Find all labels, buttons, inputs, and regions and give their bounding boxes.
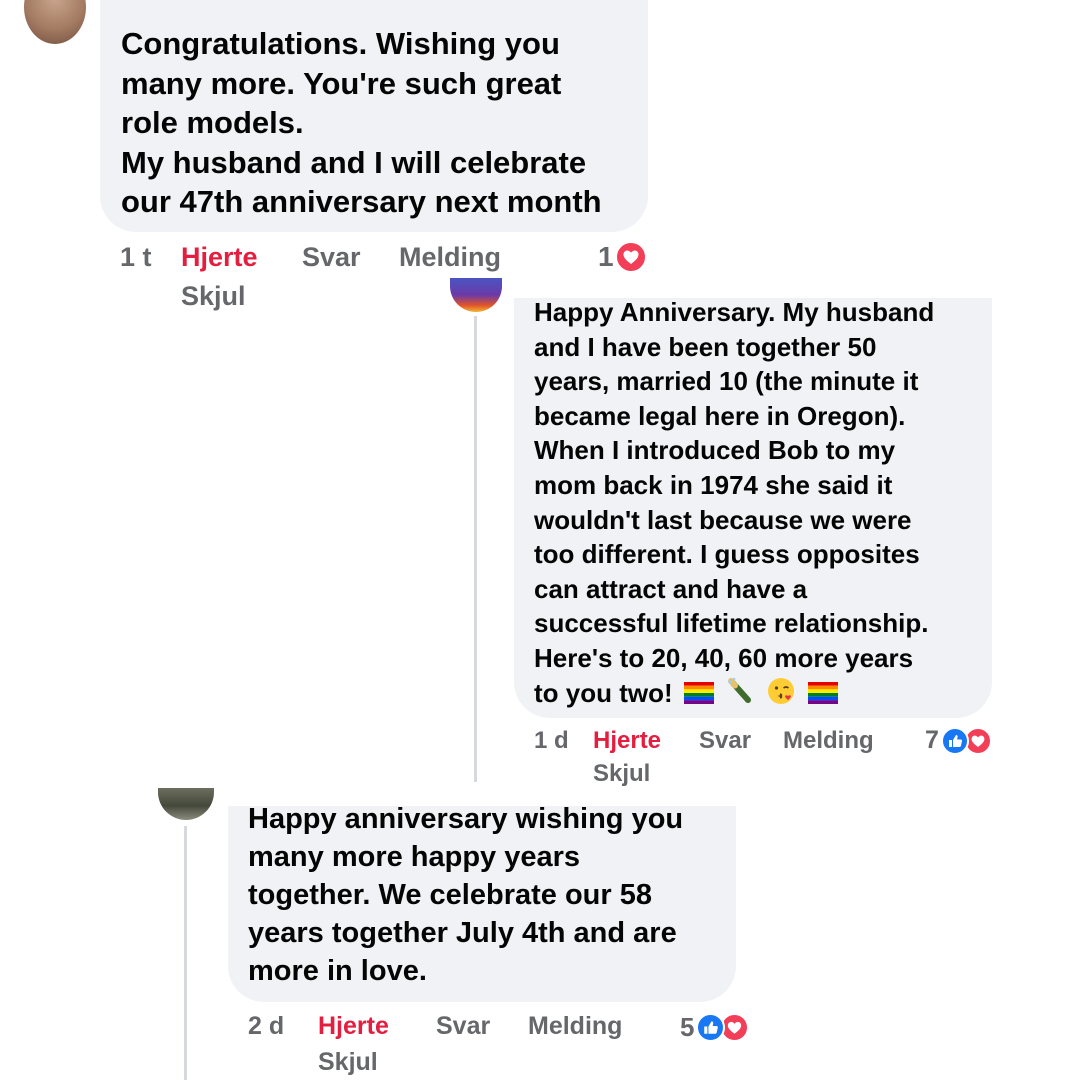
comment-text-line: can attract and have a <box>534 573 808 604</box>
comment-text-line: When I introduced Bob to my <box>534 435 896 466</box>
timestamp[interactable]: 1 t <box>120 242 152 273</box>
avatar[interactable] <box>450 278 502 312</box>
comment-text-line: My husband and I will celebrate <box>121 144 587 180</box>
champagne-bottle-icon <box>725 676 755 715</box>
comment-text: to you two! <box>534 677 673 708</box>
reaction-summary[interactable]: 5 <box>680 1012 750 1043</box>
comment-text-line: role models. <box>121 105 304 140</box>
comment-text-line: years, married 10 (the minute it <box>534 366 919 397</box>
reply-button[interactable]: Svar <box>699 727 751 755</box>
heart-react-button[interactable]: Hjerte <box>318 1012 389 1041</box>
message-button[interactable]: Melding <box>528 1012 622 1041</box>
comment-text-line: our 47th anniversary next month <box>121 184 602 219</box>
comment-bubble: Congratulations. Wishing you many more. … <box>100 0 648 232</box>
reaction-summary[interactable]: 7 <box>925 726 992 755</box>
comment-text-line: together. We celebrate our 58 <box>248 879 652 911</box>
message-button[interactable]: Melding <box>783 727 874 755</box>
comment-text-line: Happy anniversary wishing you <box>248 803 684 835</box>
comment-text-line: too different. I guess opposites <box>534 539 920 570</box>
message-button[interactable]: Melding <box>399 242 501 273</box>
reaction-count: 7 <box>925 726 939 754</box>
timestamp[interactable]: 1 d <box>534 727 569 755</box>
hide-button[interactable]: Skjul <box>593 760 650 788</box>
avatar[interactable] <box>158 788 214 820</box>
hide-button[interactable]: Skjul <box>318 1048 378 1077</box>
reaction-summary[interactable]: 1 <box>598 241 647 273</box>
like-icon <box>940 726 969 755</box>
comment-text-line: Here's to 20, 40, 60 more years <box>534 642 914 673</box>
comment-text-line: many more. You're such great <box>121 65 562 101</box>
rainbow-flag-icon <box>683 678 714 713</box>
heart-react-button[interactable]: Hjerte <box>181 242 258 273</box>
thread-line <box>184 826 187 1080</box>
comment-text-line: successful lifetime relationship. <box>534 608 929 639</box>
hide-button[interactable]: Skjul <box>181 281 246 312</box>
comment-text-line: wouldn't last because we were <box>534 504 912 535</box>
rainbow-flag-icon <box>807 678 838 713</box>
timestamp[interactable]: 2 d <box>248 1012 284 1041</box>
heart-icon <box>614 241 647 273</box>
comment-text-line: and I have been together 50 <box>534 331 877 362</box>
comment-text-line: many more happy years <box>248 841 581 873</box>
kissing-face-icon <box>766 676 796 715</box>
comment-text-line-with-emojis: to you two! <box>534 676 934 715</box>
comment-text-line: became legal here in Oregon). <box>534 400 906 431</box>
reaction-count: 5 <box>680 1012 695 1042</box>
heart-react-button[interactable]: Hjerte <box>593 727 661 755</box>
comment-text-line: mom back in 1974 she said it <box>534 469 893 500</box>
reply-button[interactable]: Svar <box>436 1012 490 1041</box>
like-icon <box>696 1013 726 1042</box>
reaction-count: 1 <box>598 241 614 272</box>
comment-bubble: Happy anniversary wishing you many more … <box>228 803 736 1002</box>
comment-text-line: more in love. <box>248 955 427 987</box>
avatar[interactable] <box>24 0 86 44</box>
reply-button[interactable]: Svar <box>302 242 361 273</box>
comment-text-line: Congratulations. Wishing you <box>121 26 560 61</box>
comment-bubble: Happy Anniversary. My husband and I have… <box>514 297 992 718</box>
thread-line <box>474 316 477 782</box>
comment-text-line: Happy Anniversary. My husband <box>534 297 935 327</box>
comment-text-line: years together July 4th and are <box>248 917 677 949</box>
